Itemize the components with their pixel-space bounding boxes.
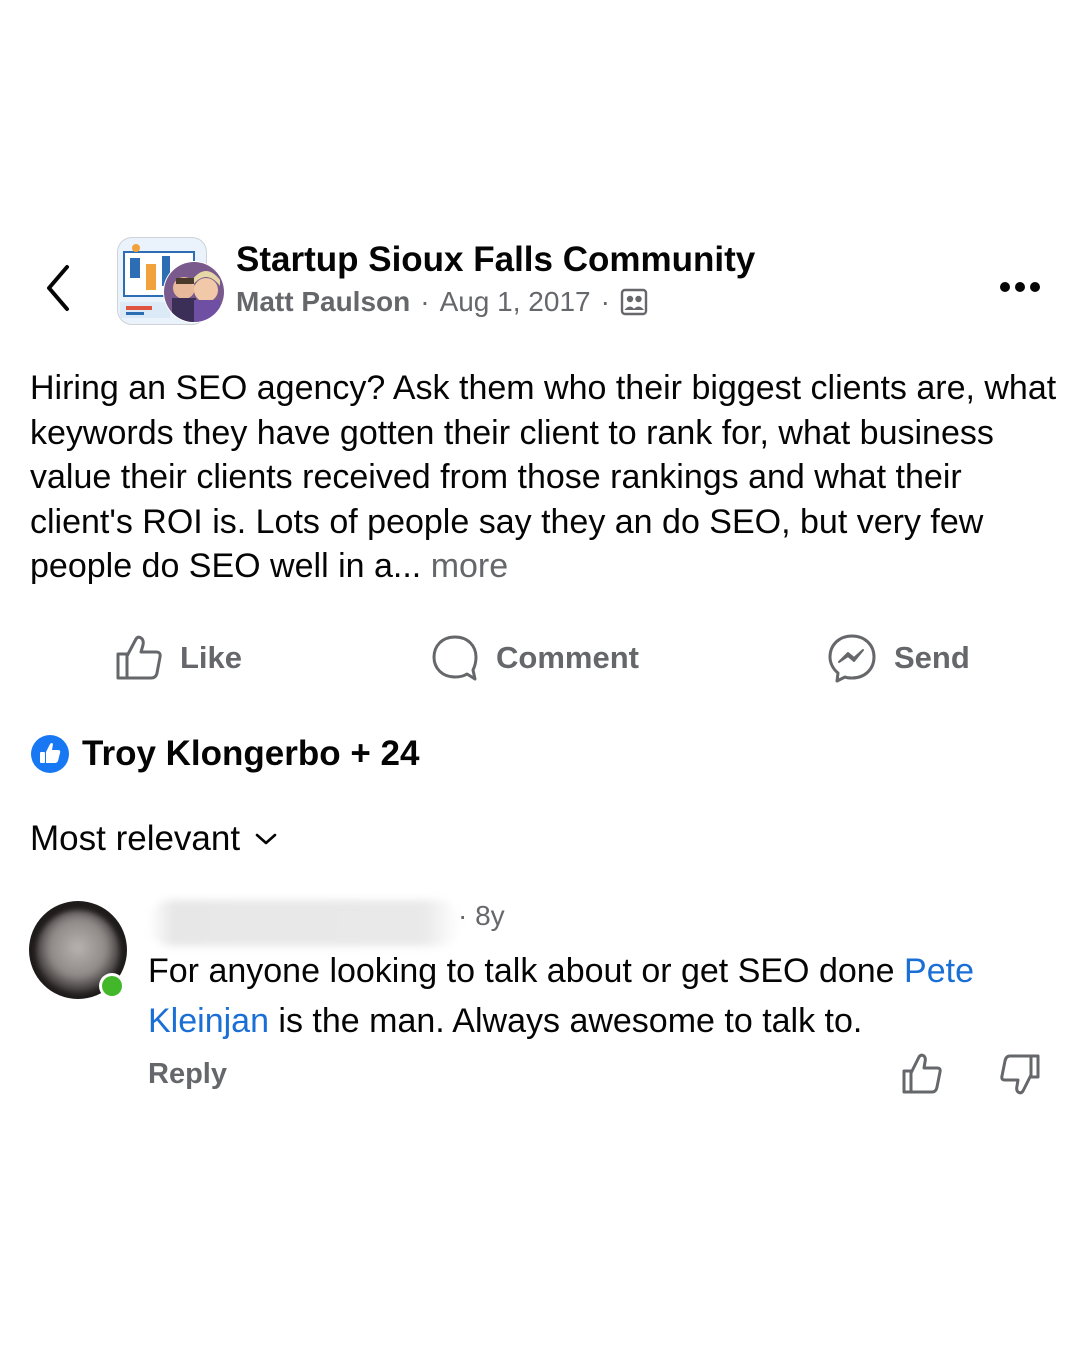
comment-label: Comment <box>496 640 639 675</box>
group-avatar-image <box>117 237 225 325</box>
back-button[interactable] <box>32 258 84 318</box>
meta-separator: · <box>420 286 430 317</box>
like-label: Like <box>180 640 243 675</box>
comment-like-button[interactable] <box>900 1052 944 1096</box>
comment-dislike-button[interactable] <box>998 1052 1042 1096</box>
more-options-icon <box>1000 282 1040 292</box>
comment-timestamp: · 8y <box>458 900 505 931</box>
like-button[interactable]: Like <box>114 628 242 688</box>
comment-text: For anyone looking to talk about or get … <box>148 946 1058 1046</box>
commenter-avatar[interactable] <box>28 900 128 1000</box>
reactions-summary[interactable]: Troy Klongerbo + 24 <box>30 730 419 778</box>
post-meta: Matt Paulson · Aug 1, 2017 · <box>236 286 648 318</box>
reply-button[interactable]: Reply <box>148 1058 227 1091</box>
messenger-icon <box>828 634 876 683</box>
send-label: Send <box>894 640 970 675</box>
post-date[interactable]: Aug 1, 2017 <box>440 286 591 318</box>
author-name[interactable]: Matt Paulson <box>236 286 410 318</box>
chevron-left-icon <box>47 265 69 311</box>
commenter-name-redacted[interactable] <box>148 900 460 946</box>
meta-separator: · <box>600 286 610 317</box>
thumbs-down-icon <box>1000 1054 1040 1095</box>
thumbs-up-icon <box>902 1053 942 1094</box>
group-name[interactable]: Startup Sioux Falls Community <box>236 240 755 280</box>
online-status-dot <box>102 976 122 996</box>
thumbs-up-icon <box>116 635 162 680</box>
group-avatar[interactable] <box>116 236 228 326</box>
comment-text-before: For anyone looking to talk about or get … <box>148 952 905 990</box>
chevron-down-icon <box>255 833 277 845</box>
comment-bubble-icon <box>432 635 478 681</box>
more-options-button[interactable] <box>990 270 1050 304</box>
comment-sort-dropdown[interactable]: Most relevant <box>30 816 278 862</box>
group-members-icon <box>620 288 648 316</box>
see-more-link[interactable]: more <box>431 547 508 585</box>
reactions-text: Troy Klongerbo + 24 <box>82 734 420 773</box>
post-text-content: Hiring an SEO agency? Ask them who their… <box>30 369 1057 585</box>
commenter-avatar-image <box>29 901 127 999</box>
comment-button[interactable]: Comment <box>430 628 639 688</box>
send-button[interactable]: Send <box>826 628 970 688</box>
sort-label: Most relevant <box>30 819 241 858</box>
comment-text-after: is the man. Always awesome to talk to. <box>268 1002 863 1040</box>
post-text: Hiring an SEO agency? Ask them who their… <box>30 366 1060 589</box>
like-reaction-icon <box>31 735 69 773</box>
